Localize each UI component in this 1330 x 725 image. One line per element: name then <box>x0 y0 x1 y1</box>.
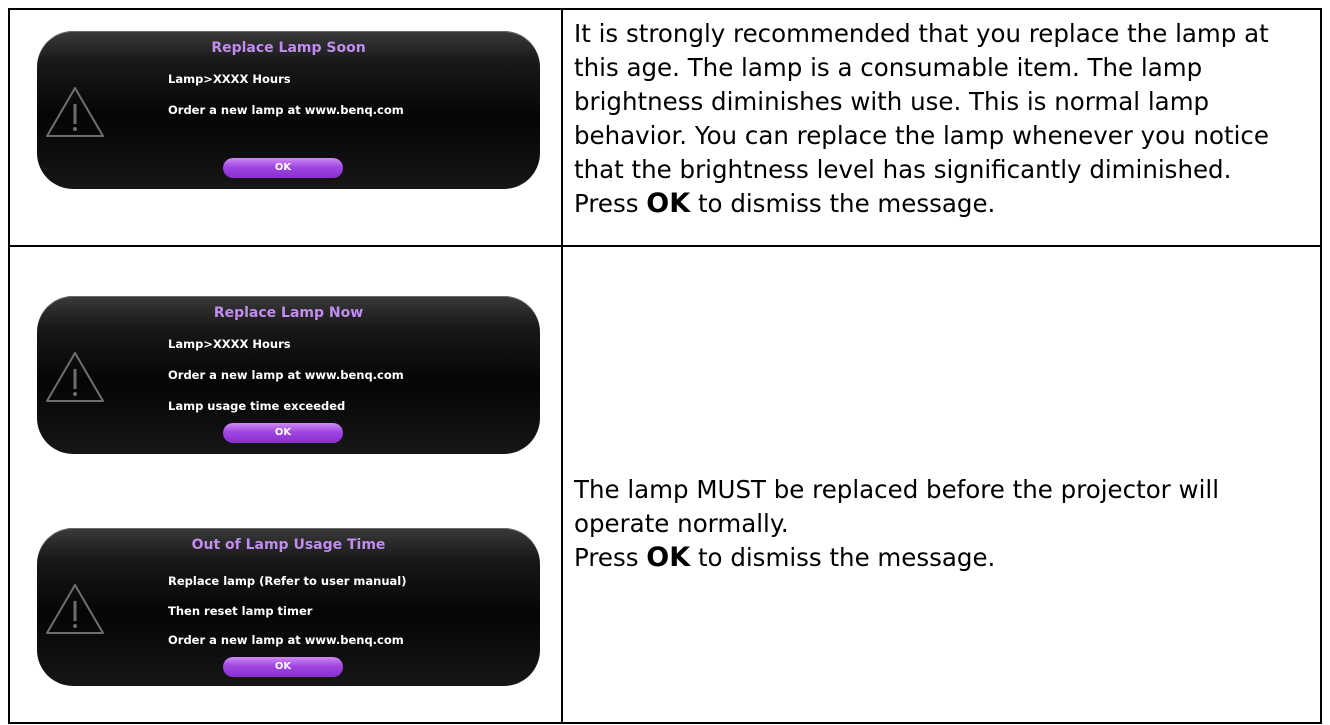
ok-button[interactable]: OK <box>223 657 343 677</box>
replace-lamp-soon-dialog: Replace Lamp Soon Lamp>XXXX Hours Order … <box>37 31 540 189</box>
ok-button[interactable]: OK <box>223 158 343 178</box>
press-prefix: Press <box>574 543 647 572</box>
dialog-line: Lamp usage time exceeded <box>168 399 346 413</box>
lamp-message-table: Replace Lamp Soon Lamp>XXXX Hours Order … <box>8 8 1322 724</box>
warning-triangle-icon <box>46 87 104 137</box>
description-cell: The lamp MUST be replaced before the pro… <box>561 245 1322 724</box>
press-prefix: Press <box>574 189 647 218</box>
ok-key-label: OK <box>646 188 691 219</box>
press-suffix: to dismiss the message. <box>690 189 996 218</box>
dialog-line: Order a new lamp at www.benq.com <box>168 103 404 117</box>
document-page: Replace Lamp Soon Lamp>XXXX Hours Order … <box>0 0 1330 725</box>
replace-lamp-now-dialog: Replace Lamp Now Lamp>XXXX Hours Order a… <box>37 296 540 454</box>
warning-triangle-icon <box>46 352 104 402</box>
description-cell: It is strongly recommended that you repl… <box>561 8 1322 247</box>
dialog-title: Replace Lamp Now <box>213 305 364 321</box>
table-row: Replace Lamp Now Lamp>XXXX Hours Order a… <box>8 245 1322 724</box>
dialog-line: Order a new lamp at www.benq.com <box>168 633 404 647</box>
ok-button[interactable]: OK <box>223 423 343 443</box>
dialog-line: Lamp>XXXX Hours <box>168 337 291 351</box>
dialog-cell: Replace Lamp Now Lamp>XXXX Hours Order a… <box>8 245 563 724</box>
dialog-cell: Replace Lamp Soon Lamp>XXXX Hours Order … <box>8 8 563 247</box>
description-text: The lamp MUST be replaced before the pro… <box>563 473 1320 575</box>
dialog-line: Order a new lamp at www.benq.com <box>168 368 404 382</box>
dialog-line: Replace lamp (Refer to user manual) <box>168 574 407 588</box>
description-body: The lamp MUST be replaced before the pro… <box>574 475 1220 538</box>
table-row: Replace Lamp Soon Lamp>XXXX Hours Order … <box>8 8 1322 247</box>
description-text: It is strongly recommended that you repl… <box>563 10 1320 221</box>
out-of-lamp-usage-time-dialog: Out of Lamp Usage Time Replace lamp (Ref… <box>37 528 540 686</box>
dialog-title: Out of Lamp Usage Time <box>191 537 386 553</box>
dialog-line: Then reset lamp timer <box>168 604 313 618</box>
ok-key-label: OK <box>646 542 691 573</box>
warning-triangle-icon <box>46 584 104 634</box>
dialog-line: Lamp>XXXX Hours <box>168 72 291 86</box>
description-body: It is strongly recommended that you repl… <box>574 19 1269 184</box>
press-suffix: to dismiss the message. <box>690 543 996 572</box>
dialog-title: Replace Lamp Soon <box>211 40 366 56</box>
